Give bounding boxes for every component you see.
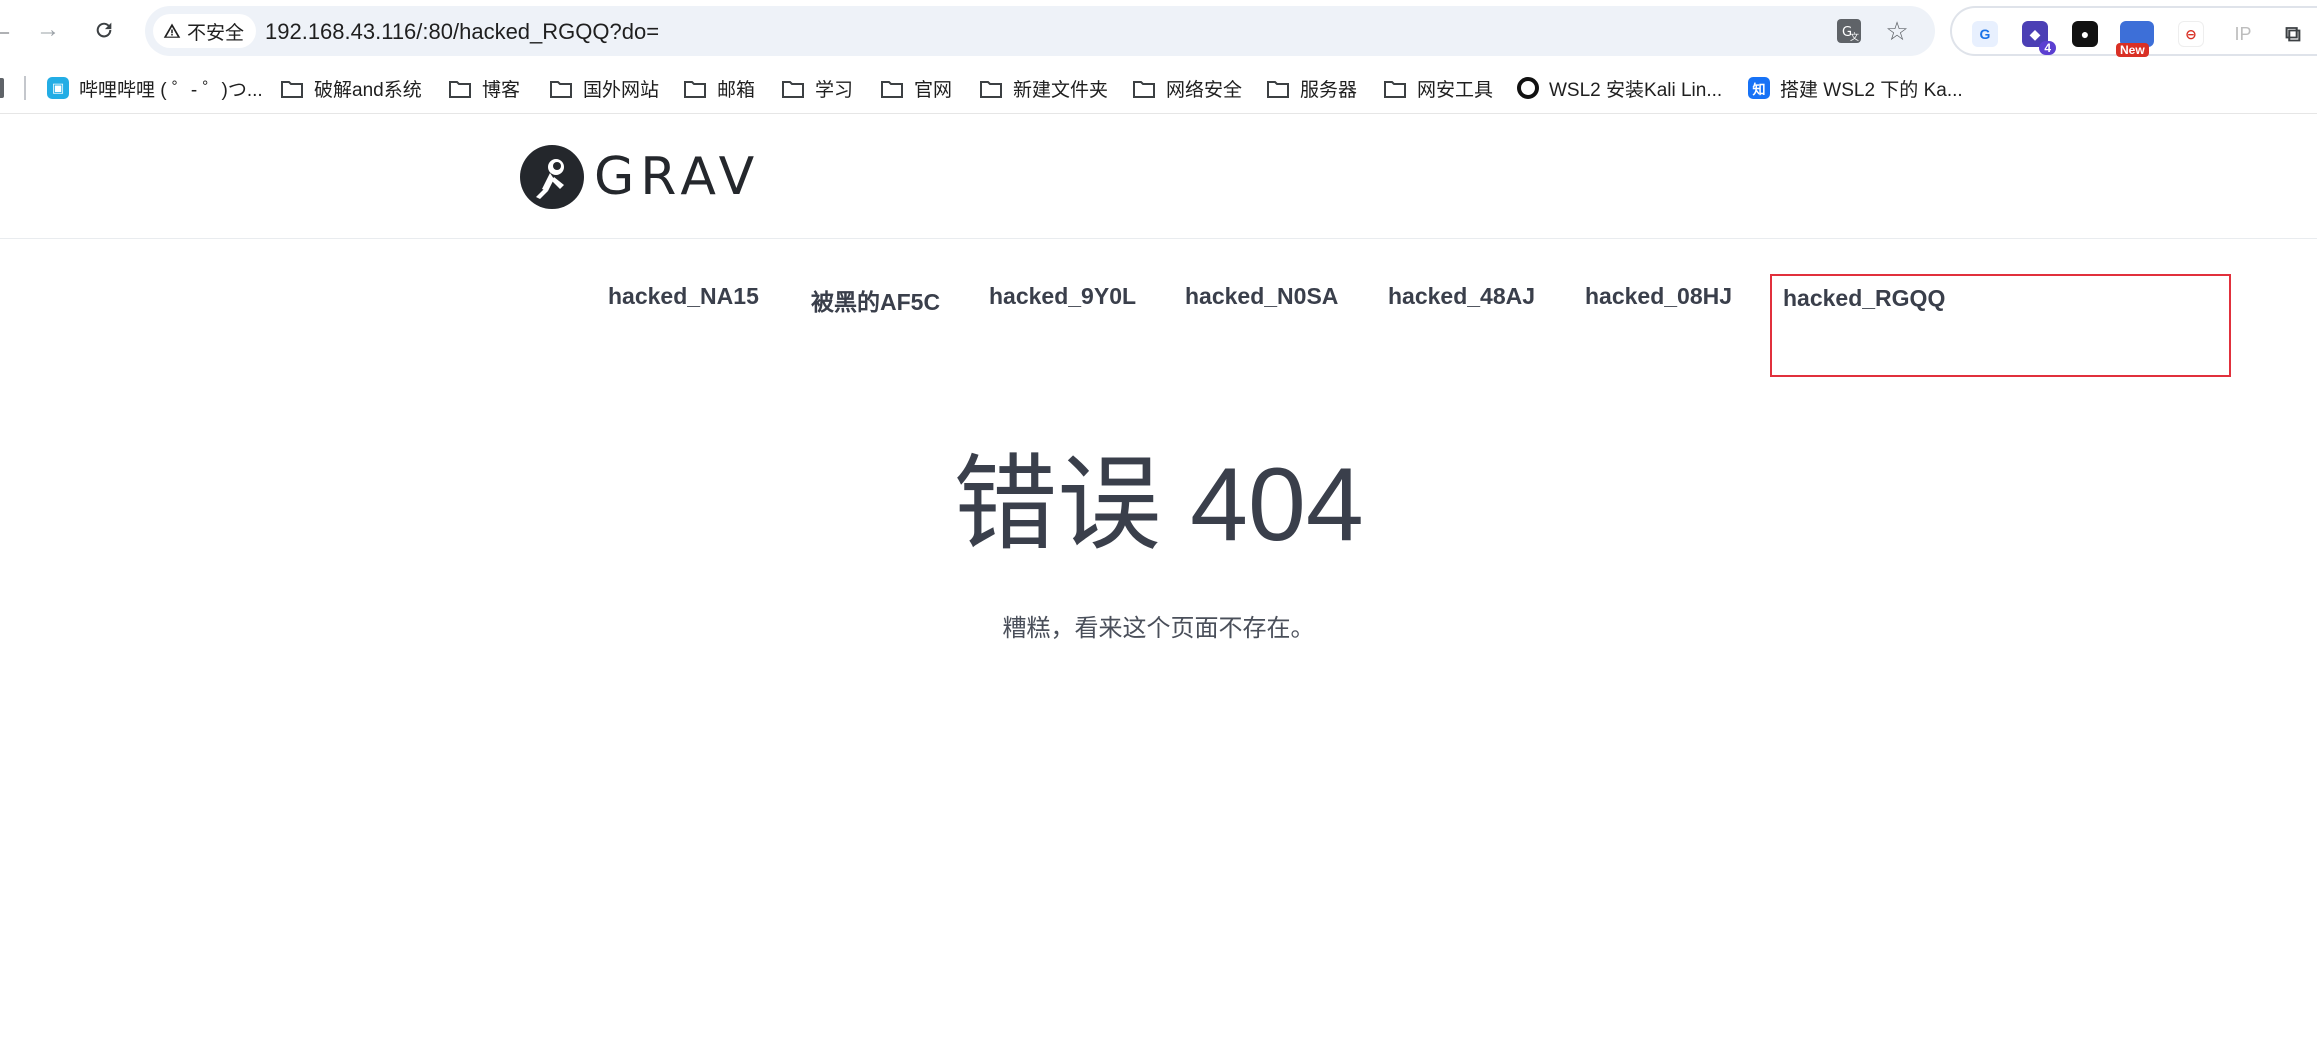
bookmark-folder[interactable]: 国外网站 <box>549 74 659 102</box>
nav-item-hacked-08hj[interactable]: hacked_08HJ <box>1585 283 1732 310</box>
bookmark-label: 邮箱 <box>717 79 756 101</box>
error-message: 糟糕，看来这个页面不存在。 <box>1002 615 1315 642</box>
site-logo[interactable]: GRAV <box>520 145 760 209</box>
bookmark-label: 网安工具 <box>1417 79 1494 101</box>
bookmark-folder[interactable]: 网安工具 <box>1383 74 1493 102</box>
bookmark-folder[interactable]: 新建文件夹 <box>979 74 1108 102</box>
ip-extension-icon[interactable]: IP <box>2230 21 2256 47</box>
security-label: 不安全 <box>187 22 245 44</box>
reload-icon[interactable] <box>88 14 120 46</box>
extensions-puzzle-icon[interactable]: ⧉ <box>2280 21 2306 47</box>
folder-icon <box>1383 79 1407 98</box>
folder-icon <box>549 79 573 98</box>
highlight-box: hacked_RGQQ <box>1770 274 2231 377</box>
bilibili-icon: ▣ <box>47 77 69 99</box>
bookmark-label: 网络安全 <box>1166 79 1243 101</box>
black-extension-icon[interactable]: ● <box>2072 21 2098 47</box>
logo-text: GRAV <box>594 147 761 207</box>
back-icon[interactable]: ← <box>0 14 18 46</box>
bookmark-folder[interactable]: 博客 <box>448 74 520 102</box>
bookmark-label: 官网 <box>914 79 953 101</box>
apps-icon[interactable] <box>0 78 4 98</box>
nav-item-hacked-9y0l[interactable]: hacked_9Y0L <box>989 283 1136 310</box>
bookmark-zhihu[interactable]: 知 搭建 WSL2 下的 Ka... <box>1748 74 1963 102</box>
bookmark-label: 新建文件夹 <box>1013 79 1109 101</box>
nav-item-hacked-n0sa[interactable]: hacked_N0SA <box>1185 283 1338 310</box>
bookmark-label: 搭建 WSL2 下的 Ka... <box>1780 79 1963 101</box>
bookmark-folder[interactable]: 服务器 <box>1266 74 1357 102</box>
new-extension-icon[interactable]: New <box>2116 21 2154 57</box>
bookmark-label: 服务器 <box>1300 79 1358 101</box>
google-translate-extension-icon[interactable]: G <box>1972 21 1998 47</box>
bookmark-folder[interactable]: 学习 <box>781 74 853 102</box>
bookmarks-separator <box>24 76 26 100</box>
folder-icon <box>880 79 904 98</box>
bookmark-label: 国外网站 <box>583 79 660 101</box>
folder-icon <box>1132 79 1156 98</box>
folder-icon <box>1266 79 1290 98</box>
bookmark-folder[interactable]: 官网 <box>880 74 952 102</box>
folder-icon <box>683 79 707 98</box>
nav-item-hacked-na15[interactable]: hacked_NA15 <box>608 283 759 310</box>
zhihu-icon: 知 <box>1748 77 1770 99</box>
folder-icon <box>781 79 805 98</box>
error-content: 错误 404 糟糕，看来这个页面不存在。 <box>0 440 2317 643</box>
extension-badge-count: 4 <box>2039 41 2056 55</box>
bookmark-star-icon[interactable]: ☆ <box>1881 16 1913 46</box>
bookmark-folder[interactable]: 邮箱 <box>683 74 755 102</box>
new-badge: New <box>2116 43 2149 57</box>
svg-text:文: 文 <box>1850 31 1859 43</box>
bookmark-folder[interactable]: 网络安全 <box>1132 74 1242 102</box>
browser-toolbar: ← → 不安全 192.168.43.116/:80/hacked_RGQQ?d… <box>0 0 2317 62</box>
folder-icon <box>448 79 472 98</box>
folder-icon <box>280 79 304 98</box>
warning-icon <box>163 23 181 38</box>
bookmark-label: 破解and系统 <box>314 79 422 101</box>
site-header: GRAV <box>0 115 2317 239</box>
address-bar[interactable]: 不安全 192.168.43.116/:80/hacked_RGQQ?do= G… <box>145 6 1935 56</box>
error-title: 错误 404 <box>953 447 1364 563</box>
nav-item-hacked-rgqq[interactable]: hacked_RGQQ <box>1783 285 1945 312</box>
url-text[interactable]: 192.168.43.116/:80/hacked_RGQQ?do= <box>265 19 659 45</box>
forward-icon[interactable]: → <box>32 14 64 46</box>
bookmark-label: 学习 <box>815 79 854 101</box>
bookmark-label: 哔哩哔哩 ( ゜- ゜)つ... <box>79 79 263 101</box>
nav-item-hacked-48aj[interactable]: hacked_48AJ <box>1388 283 1535 310</box>
translate-icon[interactable]: G文 <box>1833 16 1865 46</box>
folder-icon <box>979 79 1003 98</box>
bookmark-label: WSL2 安装Kali Lin... <box>1549 79 1723 101</box>
bookmark-bilibili[interactable]: ▣ 哔哩哔哩 ( ゜- ゜)つ... <box>47 74 263 102</box>
bookmarks-bar: ▣ 哔哩哔哩 ( ゜- ゜)つ... 破解and系统 博客 国外网站 邮箱 学习… <box>0 62 2317 114</box>
blocker-extension-icon[interactable]: ⊖ <box>2178 21 2204 47</box>
circle-icon <box>1517 77 1539 99</box>
nav-item-hacked-af5c[interactable]: 被黑的AF5C <box>811 283 940 317</box>
astronaut-logo-icon <box>520 145 584 209</box>
extension-badge-icon[interactable]: 4 ◆ <box>2022 21 2056 55</box>
bookmark-folder[interactable]: 破解and系统 <box>280 74 422 102</box>
main-nav: hacked_NA15 被黑的AF5C hacked_9Y0L hacked_N… <box>0 239 2317 379</box>
extensions-area: G 4 ◆ ● New ⊖ IP ⧉ <box>1950 6 2317 57</box>
bookmark-label: 博客 <box>482 79 521 101</box>
bookmark-wsl2-kali[interactable]: WSL2 安装Kali Lin... <box>1517 74 1722 102</box>
security-chip[interactable]: 不安全 <box>153 14 257 48</box>
